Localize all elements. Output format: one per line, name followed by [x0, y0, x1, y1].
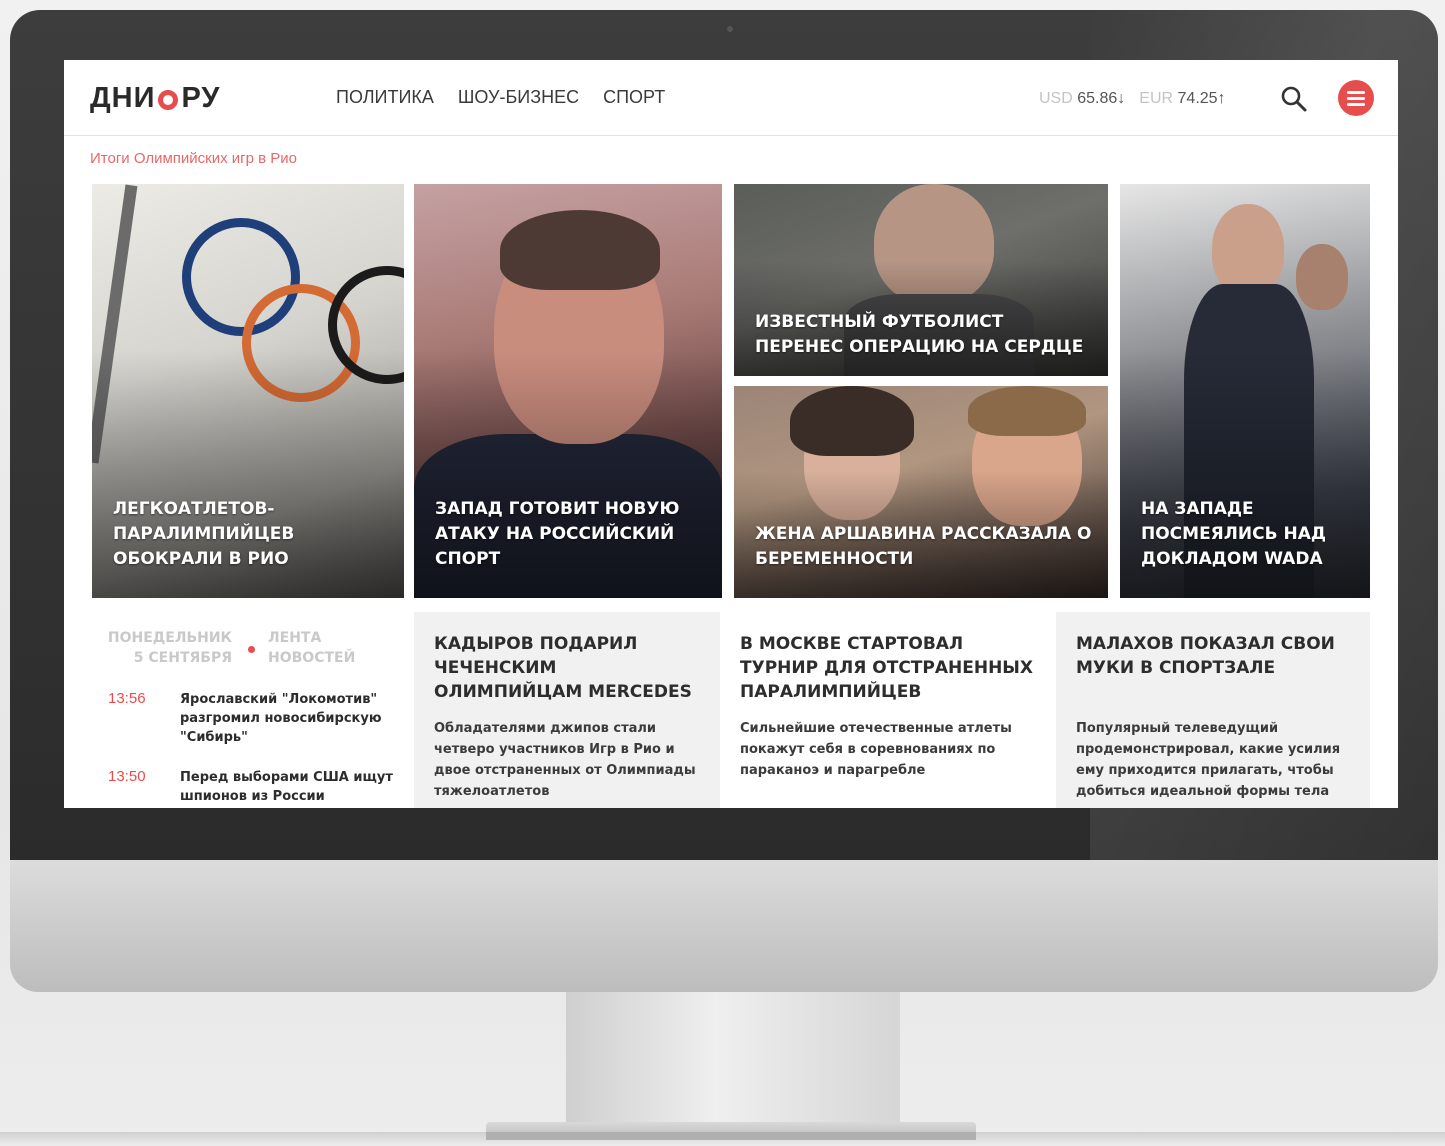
menu-bar [1347, 96, 1365, 100]
menu-bar [1347, 102, 1365, 106]
logo-text-b: РУ [181, 82, 221, 114]
card-text: Популярный телеведущий продемонстрировал… [1076, 721, 1341, 799]
feed-dot-icon [248, 646, 255, 653]
menu-bar [1347, 90, 1365, 94]
eur-code: EUR [1139, 90, 1174, 107]
logo-text-a: ДНИ [90, 82, 156, 114]
news-card-kadyrov[interactable]: Кадыров подарил чеченским олимпийцам Mer… [414, 612, 722, 808]
cameraman-face [1296, 244, 1348, 310]
news-tile-west-attack[interactable]: Запад готовит новую атаку на российский … [414, 184, 722, 598]
screen: ДНИ РУ ПОЛИТИКА ШОУ-БИЗНЕС СПОРТ USD 65.8… [64, 60, 1398, 808]
camera-dot [727, 26, 733, 32]
feed-label[interactable]: Лента новостей [268, 628, 398, 668]
search-icon-svg [1281, 86, 1307, 112]
news-feed: Понедельник 5 сентября Лента новостей 13… [92, 616, 404, 808]
hamburger-menu-icon[interactable] [1338, 80, 1374, 116]
news-tile-wada[interactable]: На Западе посмеялись над докладом WADA [1120, 184, 1370, 598]
currency-rates: USD 65.86↓ EUR 74.25↑ [1039, 90, 1226, 108]
monitor-chin [10, 860, 1438, 992]
main-nav: ПОЛИТИКА ШОУ-БИЗНЕС СПОРТ [336, 87, 665, 108]
site-header: ДНИ РУ ПОЛИТИКА ШОУ-БИЗНЕС СПОРТ USD 65.8… [64, 60, 1398, 136]
feed-date: Понедельник 5 сентября [107, 630, 232, 666]
nav-showbiz[interactable]: ШОУ-БИЗНЕС [458, 87, 579, 108]
feed-text: Перед выборами США ищут шпионов из Росси… [180, 770, 393, 804]
monitor-stand [566, 992, 900, 1122]
portrait-hair [500, 210, 660, 290]
logo-ring-icon [158, 89, 179, 110]
eur-value: 74.25↑ [1177, 90, 1226, 107]
news-tile-arshavin-wife[interactable]: Жена Аршавина рассказала о беременности [734, 386, 1108, 598]
feed-time: 13:56 [108, 690, 146, 707]
card-title: В Москве стартовал турнир для отстраненн… [740, 634, 1034, 702]
nav-sport[interactable]: СПОРТ [603, 87, 665, 108]
feed-text: Ярославский "Локомотив" разгромил новоси… [180, 692, 382, 745]
desk-shadow [0, 1132, 1445, 1146]
usd-value: 65.86↓ [1077, 90, 1126, 107]
walker-face [1212, 204, 1284, 296]
news-card-moscow-tournament[interactable]: В Москве стартовал турнир для отстраненн… [720, 612, 1056, 808]
breadcrumb-link[interactable]: Итоги Олимпийских игр в Рио [90, 150, 297, 167]
usd-rate: USD 65.86↓ [1039, 90, 1125, 108]
card-text: Сильнейшие отечественные атлеты покажут … [740, 721, 1012, 778]
eur-rate: EUR 74.25↑ [1139, 90, 1225, 108]
card-title: Малахов показал свои муки в спортзале [1076, 634, 1335, 678]
feed-time: 13:50 [108, 768, 146, 785]
man-hair [968, 386, 1086, 436]
news-tile-paralympians[interactable]: Легкоатлетов-паралимпийцев обокрали в Ри… [92, 184, 404, 598]
search-icon[interactable] [1279, 84, 1309, 114]
tile-title: Жена Аршавина рассказала о беременности [755, 524, 1092, 569]
card-title: Кадыров подарил чеченским олимпийцам Mer… [434, 634, 692, 702]
news-tile-footballer[interactable]: Известный футболист перенес операцию на … [734, 184, 1108, 376]
site-logo[interactable]: ДНИ РУ [90, 82, 220, 115]
news-card-malakhov[interactable]: Малахов показал свои муки в спортзале По… [1056, 612, 1370, 808]
card-text: Обладателями джипов стали четверо участн… [434, 721, 696, 799]
tile-title: На Западе посмеялись над докладом WADA [1141, 499, 1326, 569]
tile-title: Запад готовит новую атаку на российский … [435, 499, 680, 569]
nav-politics[interactable]: ПОЛИТИКА [336, 87, 434, 108]
tile-title: Известный футболист перенес операцию на … [755, 312, 1084, 357]
tile-title: Легкоатлетов-паралимпийцев обокрали в Ри… [113, 499, 295, 569]
woman-hair [790, 386, 914, 456]
usd-code: USD [1039, 90, 1073, 107]
